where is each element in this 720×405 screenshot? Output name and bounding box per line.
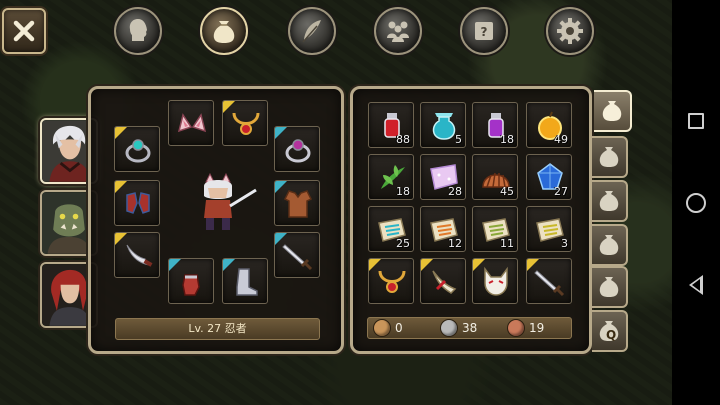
curved-dagger-icon	[126, 244, 153, 267]
feather-icon	[302, 20, 321, 43]
equip-slot-neck[interactable]	[222, 100, 268, 146]
gold-amount: 0	[395, 321, 403, 335]
back-button[interactable]	[685, 274, 707, 296]
red-gloves-icon	[182, 274, 200, 296]
tab-settings[interactable]	[546, 7, 594, 55]
inventory-slot[interactable]	[526, 258, 572, 304]
equip-slot-ring-left[interactable]	[114, 126, 160, 172]
inventory-slot[interactable]: 11	[472, 206, 518, 252]
currency-bar: 0 38 19	[367, 317, 572, 339]
close-button[interactable]	[2, 8, 46, 54]
equip-slot-ring-right[interactable]	[274, 126, 320, 172]
equip-slot-offhand[interactable]	[114, 232, 160, 278]
close-icon	[13, 20, 35, 42]
equip-slot-arms[interactable]	[114, 180, 160, 226]
home-button[interactable]	[685, 192, 707, 214]
inventory-slot[interactable]: 18	[368, 154, 414, 200]
inventory-slot[interactable]: 45	[472, 154, 518, 200]
silver-coin-icon	[441, 320, 457, 336]
copper-coin-icon	[508, 320, 524, 336]
inventory-slot[interactable]: 25	[368, 206, 414, 252]
equip-slot-weapon[interactable]	[274, 232, 320, 278]
equip-slot-feet[interactable]	[222, 258, 268, 304]
hero-sprite	[204, 172, 257, 230]
inventory-slot[interactable]: 5	[420, 102, 466, 148]
head-silhouette-icon	[129, 19, 147, 41]
circle-icon	[686, 192, 706, 213]
inventory-slot[interactable]: 18	[472, 102, 518, 148]
tab-character[interactable]	[114, 7, 162, 55]
square-icon	[688, 112, 704, 129]
quest-bag-label: Q	[606, 328, 617, 342]
gear-icon	[557, 18, 583, 44]
gold-coin-icon	[374, 320, 390, 336]
leather-vest-icon	[283, 190, 313, 218]
bag-tab-1[interactable]	[594, 90, 632, 132]
steel-boots-icon	[236, 268, 258, 296]
svg-text:?: ?	[481, 25, 488, 39]
equip-slot-hands[interactable]	[168, 258, 214, 304]
bag-tab-5[interactable]	[592, 266, 628, 308]
tab-party[interactable]	[374, 7, 422, 55]
inventory-slot[interactable]: 88	[368, 102, 414, 148]
teal-ring-icon	[125, 139, 151, 163]
red-gauntlets-icon	[126, 192, 150, 214]
bag-icon	[599, 277, 619, 297]
inventory-slot[interactable]: 49	[526, 102, 572, 148]
horn-charm-icon	[432, 270, 457, 294]
tab-quests[interactable]: ?	[460, 7, 508, 55]
ruby-necklace-icon	[378, 270, 406, 293]
triangle-back-icon	[689, 274, 703, 295]
bag-icon	[213, 21, 235, 43]
level-label: Lv. 27 忍者	[115, 318, 320, 340]
scroll-icon: ?	[475, 22, 493, 40]
fox-mask-icon	[484, 266, 508, 296]
tab-inventory[interactable]	[200, 7, 248, 55]
copper-amount: 19	[529, 321, 545, 335]
sword-icon	[534, 270, 565, 297]
bag-icon	[599, 147, 619, 167]
bag-tab-3[interactable]	[592, 180, 628, 222]
inventory-slot[interactable]	[420, 258, 466, 304]
equip-slot-head[interactable]	[168, 100, 214, 146]
bag-icon	[599, 235, 619, 255]
inventory-slot[interactable]: 27	[526, 154, 572, 200]
equip-slot-body[interactable]	[274, 180, 320, 226]
bag-icon	[599, 191, 619, 211]
recent-apps-button[interactable]	[685, 110, 707, 132]
sword-icon	[282, 244, 313, 271]
inventory-slot[interactable]	[472, 258, 518, 304]
tab-skills[interactable]	[288, 7, 336, 55]
bag-tab-2[interactable]	[592, 136, 628, 178]
inventory-slot[interactable]: 28	[420, 154, 466, 200]
bag-icon	[602, 101, 622, 121]
people-icon	[387, 21, 409, 42]
cat-ears-icon	[177, 113, 207, 133]
android-nav-bar	[672, 0, 720, 405]
inventory-slot[interactable]	[368, 258, 414, 304]
bag-tab-quest[interactable]: Q	[592, 310, 628, 352]
bag-tab-4[interactable]	[592, 224, 628, 266]
inventory-slot[interactable]: 3	[526, 206, 572, 252]
inventory-slot[interactable]: 12	[420, 206, 466, 252]
silver-amount: 38	[462, 321, 478, 335]
ruby-necklace-icon	[232, 112, 260, 135]
purple-ring-icon	[285, 139, 311, 163]
